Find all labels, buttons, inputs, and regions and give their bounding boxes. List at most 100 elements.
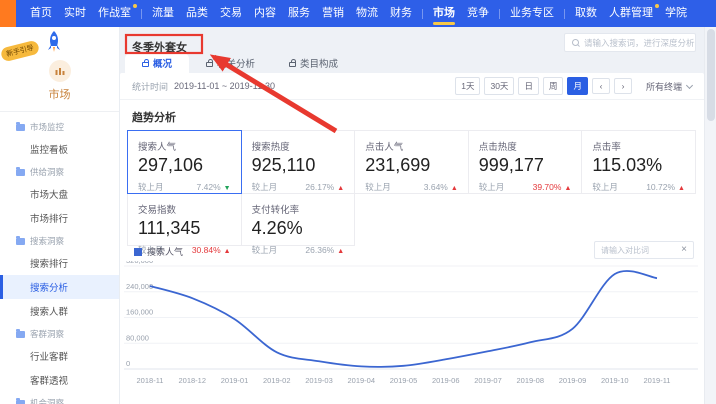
nav-item-finance[interactable]: 财务 [384, 0, 418, 27]
rocket-icon[interactable] [44, 30, 64, 54]
metric-change: 30.84% [192, 245, 221, 255]
search-input[interactable] [584, 38, 695, 48]
nav-item-business-zone[interactable]: 业务专区 [504, 0, 560, 27]
svg-text:2018-12: 2018-12 [178, 376, 206, 385]
metric-value: 111,345 [138, 218, 231, 239]
sidebar-group-customer-insight[interactable]: 客群洞察 [0, 323, 119, 344]
sidebar-group-search-insight[interactable]: 搜索洞察 [0, 230, 119, 251]
sidebar-item-search-crowd[interactable]: 搜索人群 [0, 299, 119, 323]
sidebar-item-market-rank[interactable]: 市场排行 [0, 206, 119, 230]
sidebar-group-opportunity-insight[interactable]: 机会洞察 [0, 392, 119, 404]
metric-value: 999,177 [479, 155, 572, 176]
tab-overview[interactable]: 概况 [125, 53, 189, 73]
metric-card-trade-index[interactable]: 交易指数 111,345 较上月30.84%▲ [127, 193, 242, 246]
svg-text:80,000: 80,000 [126, 333, 149, 342]
metric-value: 925,110 [252, 155, 345, 176]
module-title: 市场 [0, 86, 119, 102]
compare-word-input[interactable] [601, 246, 676, 255]
svg-text:0: 0 [126, 359, 130, 368]
nav-item-academy[interactable]: 学院 [659, 0, 693, 27]
svg-text:2019-02: 2019-02 [263, 376, 291, 385]
lock-icon [289, 62, 296, 67]
metric-label: 点击率 [592, 139, 685, 153]
metric-card-click-popularity[interactable]: 点击人气 231,699 较上月3.64%▲ [354, 130, 469, 194]
folder-icon [16, 238, 25, 245]
svg-text:2019-04: 2019-04 [347, 376, 375, 385]
sidebar-item-search-rank[interactable]: 搜索排行 [0, 251, 119, 275]
nav-item-data-fetch[interactable]: 取数 [569, 0, 603, 27]
compare-label: 较上月 [479, 181, 505, 193]
stat-time: 统计时间 2019-11-01 ~ 2019-11-30 [132, 80, 275, 93]
range-day-button[interactable]: 日 [518, 77, 539, 95]
nav-item-realtime[interactable]: 实时 [58, 0, 92, 27]
metric-card-click-rate[interactable]: 点击率 115.03% 较上月10.72%▲ [581, 130, 696, 194]
compare-word-box: × [594, 241, 694, 259]
page-scrollbar[interactable] [704, 27, 716, 404]
nav-separator [422, 9, 423, 19]
range-1day-button[interactable]: 1天 [455, 77, 480, 95]
sidebar-item-market-overview[interactable]: 市场大盘 [0, 182, 119, 206]
nav-item-content[interactable]: 内容 [248, 0, 282, 27]
tab-category-composition[interactable]: 类目构成 [272, 53, 355, 73]
nav-item-traffic[interactable]: 流量 [146, 0, 180, 27]
compare-label: 较上月 [365, 181, 391, 193]
sidebar-item-monitor-board[interactable]: 监控看板 [0, 137, 119, 161]
arrow-up-icon: ▲ [337, 185, 344, 192]
nav-item-market[interactable]: 市场 [427, 0, 461, 27]
nav-item-service[interactable]: 服务 [282, 0, 316, 27]
tab-bar: 概况 相关分析 类目构成 [125, 53, 355, 73]
metric-card-search-heat[interactable]: 搜索热度 925,110 较上月26.17%▲ [241, 130, 356, 194]
metric-value: 297,106 [138, 155, 231, 176]
sidebar-group-market-monitor[interactable]: 市场监控 [0, 116, 119, 137]
market-icon [49, 60, 71, 82]
logo[interactable] [0, 0, 16, 27]
nav-item-competition[interactable]: 竞争 [461, 0, 495, 27]
folder-icon [16, 124, 25, 131]
metric-change: 26.17% [305, 182, 334, 192]
lock-icon [206, 62, 213, 67]
range-30day-button[interactable]: 30天 [484, 77, 514, 95]
tab-related-analysis[interactable]: 相关分析 [189, 53, 272, 73]
metric-label: 支付转化率 [252, 202, 345, 216]
compare-label: 较上月 [252, 244, 278, 256]
notification-dot [133, 4, 137, 8]
folder-icon [16, 169, 25, 176]
main-content: 冬季外套女 概况 相关分析 类目构成 统计时间 2019-11-01 ~ 201… [120, 27, 716, 404]
metric-card-click-heat[interactable]: 点击热度 999,177 较上月39.70%▲ [468, 130, 583, 194]
scrollbar-thumb[interactable] [707, 29, 715, 121]
sidebar-item-customer-perspective[interactable]: 客群透视 [0, 368, 119, 392]
folder-icon [16, 400, 25, 404]
nav-item-warroom[interactable]: 作战室 [92, 0, 137, 27]
range-month-button[interactable]: 月 [567, 77, 588, 95]
metric-value: 231,699 [365, 155, 458, 176]
stats-toolbar: 统计时间 2019-11-01 ~ 2019-11-30 1天 30天 日 周 … [120, 73, 704, 100]
metric-change: 39.70% [533, 182, 562, 192]
svg-text:2019-11: 2019-11 [644, 376, 671, 385]
metric-card-payment-conversion[interactable]: 支付转化率 4.26% 较上月26.36%▲ [241, 193, 356, 246]
metric-label: 交易指数 [138, 202, 231, 216]
svg-text:240,000: 240,000 [126, 282, 153, 291]
metric-value: 115.03% [592, 155, 685, 176]
close-icon[interactable]: × [681, 245, 687, 255]
arrow-up-icon: ▲ [224, 248, 231, 255]
prev-period-button[interactable]: ‹ [592, 78, 610, 94]
nav-item-logistics[interactable]: 物流 [350, 0, 384, 27]
top-navbar: 首页 实时 作战室 流量 品类 交易 内容 服务 营销 物流 财务 市场 竞争 … [0, 0, 716, 27]
nav-item-crowd-mgmt[interactable]: 人群管理 [603, 0, 659, 27]
nav-item-home[interactable]: 首页 [24, 0, 58, 27]
nav-item-marketing[interactable]: 营销 [316, 0, 350, 27]
svg-text:2019-03: 2019-03 [305, 376, 333, 385]
card-empty [581, 193, 696, 246]
nav-item-category[interactable]: 品类 [180, 0, 214, 27]
sidebar-item-search-analysis[interactable]: 搜索分析 [0, 275, 119, 299]
nav-item-trade[interactable]: 交易 [214, 0, 248, 27]
arrow-down-icon: ▼ [224, 185, 231, 192]
next-period-button[interactable]: › [614, 78, 632, 94]
sidebar-group-supply-insight[interactable]: 供给洞察 [0, 161, 119, 182]
range-week-button[interactable]: 周 [543, 77, 564, 95]
metric-card-search-popularity[interactable]: 搜索人气 297,106 较上月7.42%▼ [127, 130, 242, 194]
terminal-dropdown[interactable]: 所有终端 [646, 80, 692, 93]
metric-cards: 搜索人气 297,106 较上月7.42%▼ 搜索热度 925,110 较上月2… [128, 131, 696, 246]
chevron-down-icon [686, 81, 693, 88]
sidebar-item-industry-customer[interactable]: 行业客群 [0, 344, 119, 368]
